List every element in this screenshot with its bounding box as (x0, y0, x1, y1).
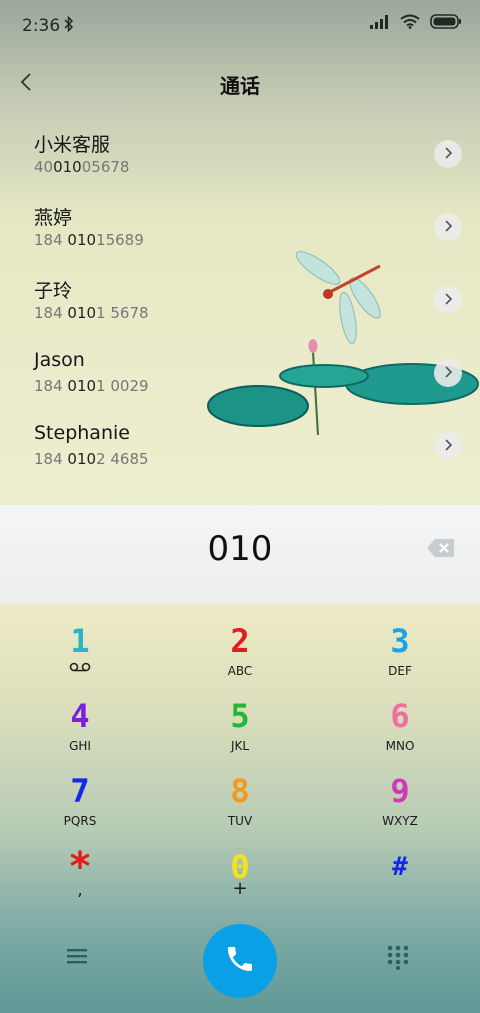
contact-name: 燕婷 (34, 207, 73, 229)
key-digit: 4 (70, 697, 90, 735)
key-7[interactable]: 7 PQRS (20, 766, 140, 836)
call-button[interactable] (203, 924, 277, 998)
key-letters: ABC (227, 664, 253, 678)
dial-input-bar: 010 (0, 505, 480, 604)
phone-icon (224, 943, 256, 979)
contact-row[interactable]: 子玲 184 0101 5678 (0, 264, 480, 337)
header: 通话 (0, 56, 480, 112)
key-digit: # (392, 852, 408, 882)
key-digit: 3 (390, 622, 410, 660)
chevron-right-icon (443, 437, 453, 456)
backspace-icon (426, 539, 456, 563)
key-4[interactable]: 4 GHI (20, 691, 140, 761)
contact-number: 184 0101 0029 (34, 377, 149, 395)
chevron-right-icon (443, 218, 453, 237)
wifi-icon (400, 14, 420, 29)
key-1[interactable]: 1 (20, 616, 140, 686)
contact-number: 4001005678 (34, 158, 130, 176)
key-3[interactable]: 3 DEF (340, 616, 460, 686)
key-digit: 7 (70, 772, 90, 810)
chevron-right-icon (443, 145, 453, 164)
key-letters: + (232, 878, 248, 899)
key-6[interactable]: 6 MNO (340, 691, 460, 761)
contact-suggestion-list: 小米客服 4001005678 燕婷 184 01015689 子玲 184 0… (0, 118, 480, 498)
backspace-button[interactable] (426, 537, 456, 559)
key-0[interactable]: 0 + (180, 842, 300, 912)
key-letters: DEF (388, 664, 412, 678)
contact-number: 184 0102 4685 (34, 450, 149, 468)
page-title: 通话 (220, 74, 260, 98)
key-letters: JKL (230, 739, 250, 753)
contact-row[interactable]: Jason 184 0101 0029 (0, 337, 480, 410)
key-digit: 6 (390, 697, 410, 735)
battery-icon (430, 14, 462, 29)
key-star[interactable]: * , (20, 842, 140, 912)
key-digit: 8 (230, 772, 250, 810)
menu-icon (66, 949, 88, 970)
chevron-right-icon (443, 364, 453, 383)
contact-detail-button[interactable] (434, 140, 462, 168)
key-letters: GHI (69, 739, 91, 753)
key-letters: MNO (385, 739, 415, 753)
dialed-number[interactable]: 010 (0, 529, 480, 569)
key-digit: 1 (70, 622, 90, 660)
bottom-bar (0, 920, 480, 1013)
key-digit: 9 (390, 772, 410, 810)
dialpad-toggle-button[interactable] (386, 944, 416, 974)
key-hash[interactable]: # (340, 842, 460, 912)
contact-number: 184 0101 5678 (34, 304, 149, 322)
voicemail-icon (20, 662, 140, 672)
status-time: 2:36 (22, 16, 61, 36)
contact-detail-button[interactable] (434, 213, 462, 241)
contact-detail-button[interactable] (434, 359, 462, 387)
chevron-right-icon (443, 291, 453, 310)
key-letters: WXYZ (382, 814, 418, 828)
contact-detail-button[interactable] (434, 286, 462, 314)
key-letters: TUV (227, 814, 253, 828)
key-2[interactable]: 2 ABC (180, 616, 300, 686)
key-letters: , (77, 880, 83, 899)
contact-row[interactable]: 燕婷 184 01015689 (0, 191, 480, 264)
signal-icon (370, 14, 390, 29)
key-9[interactable]: 9 WXYZ (340, 766, 460, 836)
key-digit: 5 (230, 697, 250, 735)
key-5[interactable]: 5 JKL (180, 691, 300, 761)
dialpad-icon (386, 945, 410, 974)
contact-detail-button[interactable] (434, 432, 462, 460)
contact-row[interactable]: 小米客服 4001005678 (0, 118, 480, 191)
key-letters: PQRS (63, 814, 97, 828)
menu-button[interactable] (66, 946, 96, 972)
contact-name: Jason (34, 349, 85, 371)
contact-name: Stephanie (34, 422, 130, 444)
contact-row[interactable]: Stephanie 184 0102 4685 (0, 410, 480, 483)
bluetooth-icon (64, 15, 74, 36)
contact-number: 184 01015689 (34, 231, 144, 249)
key-digit: 2 (230, 622, 250, 660)
status-bar: 2:36 (0, 0, 480, 52)
contact-name: 子玲 (34, 280, 73, 302)
contact-name: 小米客服 (34, 134, 111, 156)
key-8[interactable]: 8 TUV (180, 766, 300, 836)
